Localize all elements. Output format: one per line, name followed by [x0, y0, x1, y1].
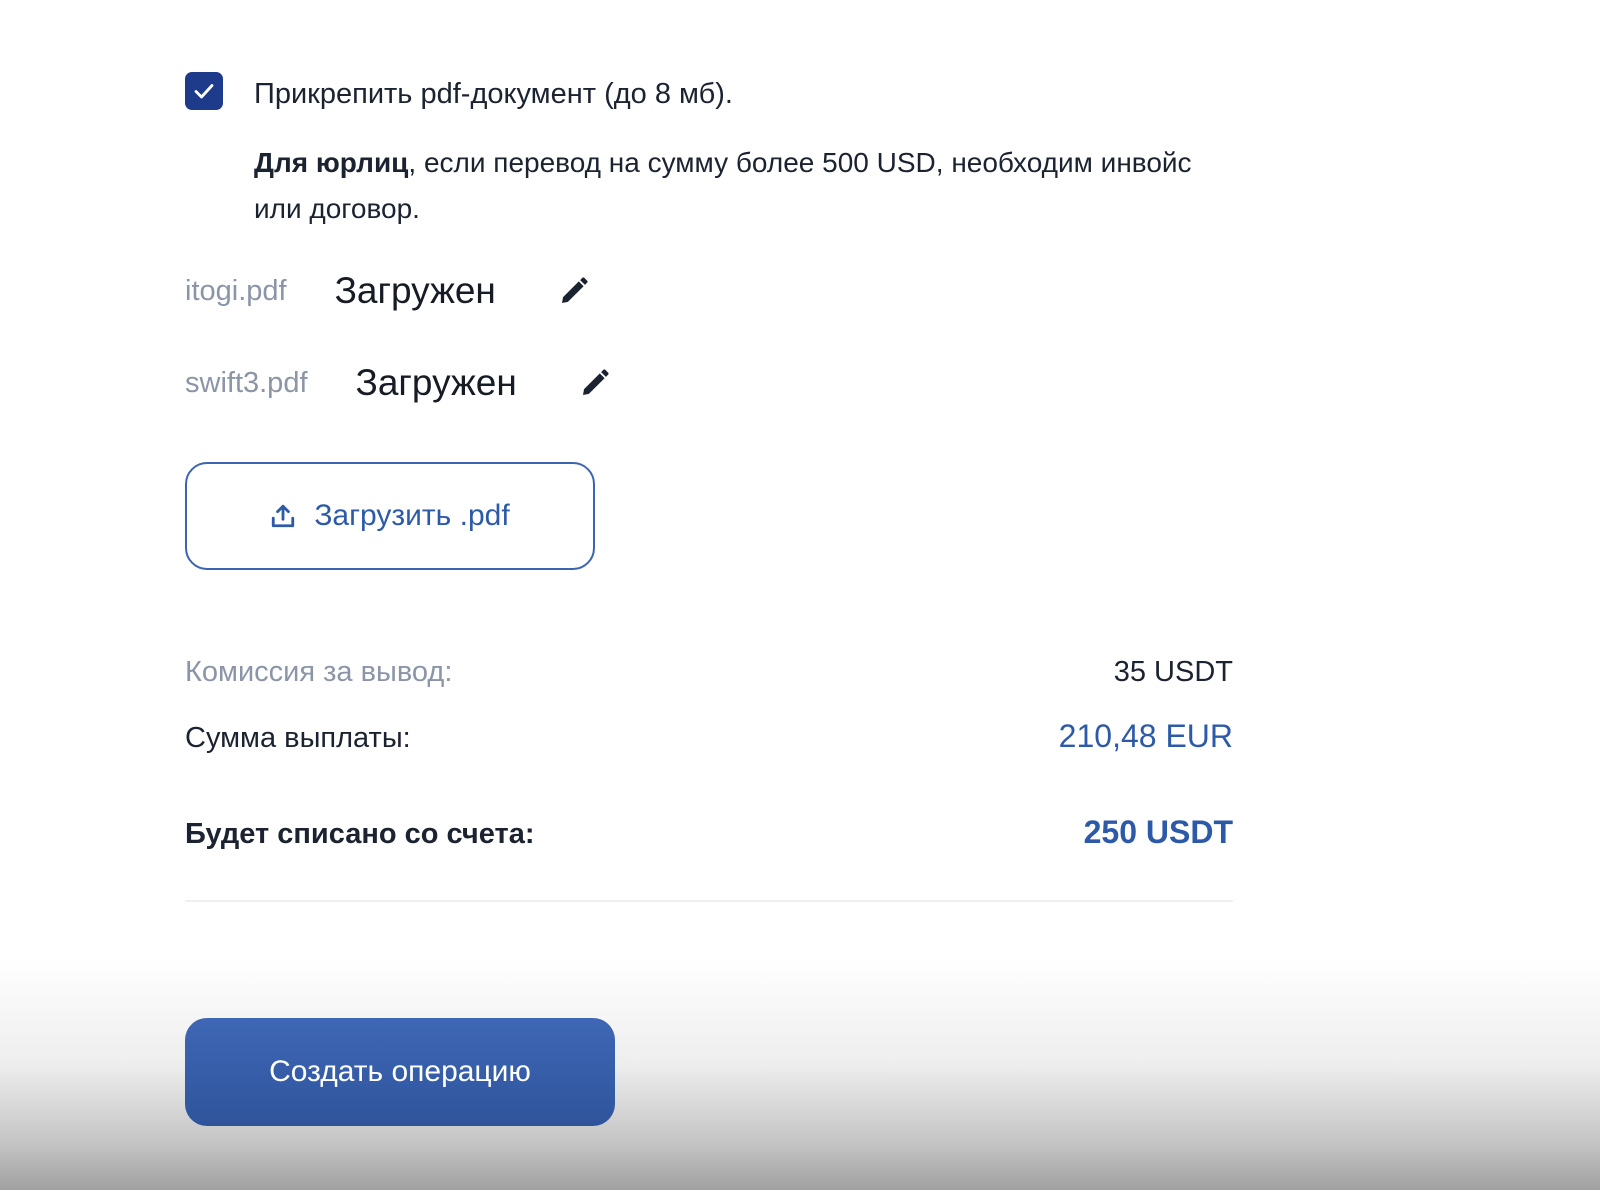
withdrawal-form: Прикрепить pdf-документ (до 8 мб). Для ю…	[0, 0, 1600, 1190]
upload-icon	[270, 503, 296, 529]
payout-label: Сумма выплаты:	[185, 722, 411, 754]
payout-value: 210,48 EUR	[1058, 718, 1233, 754]
summary-divider	[185, 900, 1233, 902]
attach-pdf-checkbox-row[interactable]	[185, 72, 223, 110]
attach-pdf-checkbox[interactable]	[185, 72, 223, 110]
file-row: itogi.pdf Загружен	[185, 270, 590, 312]
file-status: Загружен	[355, 362, 517, 403]
upload-pdf-button[interactable]: Загрузить .pdf	[185, 462, 595, 570]
upload-pdf-label: Загрузить .pdf	[314, 499, 510, 532]
debit-label: Будет списано со счета:	[185, 818, 535, 850]
fee-row: Комиссия за вывод: 35 USDT	[185, 656, 1233, 689]
pencil-icon[interactable]	[579, 367, 611, 399]
debit-row: Будет списано со счета: 250 USDT	[185, 814, 1233, 851]
fee-value: 35 USDT	[1113, 656, 1233, 688]
fee-label: Комиссия за вывод:	[185, 656, 453, 688]
file-name: itogi.pdf	[185, 274, 287, 307]
payout-row: Сумма выплаты: 210,48 EUR	[185, 718, 1233, 755]
pencil-icon[interactable]	[558, 275, 590, 307]
checkmark-icon	[194, 84, 214, 99]
create-operation-label: Создать операцию	[269, 1055, 531, 1088]
debit-value: 250 USDT	[1083, 814, 1233, 850]
file-row: swift3.pdf Загружен	[185, 362, 611, 404]
file-status: Загружен	[334, 270, 496, 311]
file-name: swift3.pdf	[185, 366, 308, 399]
create-operation-button[interactable]: Создать операцию	[185, 1018, 615, 1126]
legal-entity-note: Для юрлиц, если перевод на сумму более 5…	[254, 140, 1214, 232]
attach-pdf-label[interactable]: Прикрепить pdf-документ (до 8 мб).	[254, 78, 733, 111]
legal-entity-note-bold: Для юрлиц	[254, 147, 409, 178]
